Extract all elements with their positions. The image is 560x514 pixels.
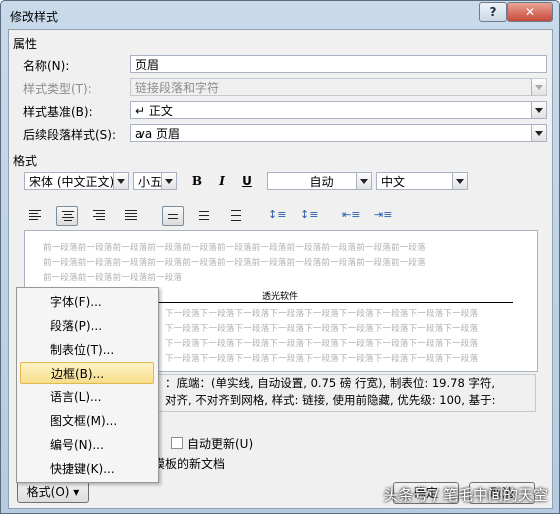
size-select[interactable]: 小五	[133, 172, 177, 190]
menu-item-border[interactable]: 边框(B)...	[20, 362, 154, 384]
name-input[interactable]: 页眉	[130, 55, 547, 73]
chevron-down-icon	[161, 173, 176, 189]
chevron-down-icon	[356, 173, 371, 189]
menu-item-numbering[interactable]: 编号(N)...	[20, 434, 154, 456]
format-menu: 字体(F)... 段落(P)... 制表位(T)... 边框(B)... 语言(…	[16, 287, 159, 483]
align-left-icon[interactable]	[24, 206, 46, 226]
preview-sample-text: 透光软件	[262, 292, 299, 302]
based-on-select[interactable]: ↵ 正文	[130, 101, 547, 119]
increase-indent-icon[interactable]: ⇥≡	[374, 206, 396, 226]
underline-button[interactable]: U	[237, 171, 257, 191]
space-before-icon[interactable]: ↕≡	[268, 206, 290, 226]
style-type-label: 样式类型(T):	[23, 82, 92, 96]
font-select[interactable]: 宋体 (中文正文)	[24, 172, 129, 190]
preview-next-line: 下一段落下一段落下一段落下一段落下一段落下一段落下一段落下一段落下一段落	[165, 324, 479, 334]
preview-prev-line: 前一段落前一段落前一段落前一段落	[43, 273, 183, 283]
based-on-value: ↵ 正文	[135, 104, 173, 118]
help-button[interactable]: ?	[479, 2, 507, 22]
align-center-icon[interactable]	[56, 206, 78, 226]
space-after-icon[interactable]: ↕≡	[300, 206, 322, 226]
italic-button[interactable]: I	[212, 171, 232, 191]
preview-prev-line: 前一段落前一段落前一段落前一段落前一段落前一段落前一段落前一段落前一段落前一段落…	[43, 258, 426, 268]
preview-next-line: 下一段落下一段落下一段落下一段落下一段落下一段落下一段落下一段落下一段落	[165, 354, 479, 364]
justify-icon[interactable]	[120, 206, 142, 226]
style-type-value: 链接段落和字符	[135, 81, 220, 95]
single-spacing-icon[interactable]	[162, 206, 184, 226]
font-color-select[interactable]: 自动	[267, 172, 372, 190]
chevron-down-icon	[452, 173, 467, 189]
double-spacing-icon[interactable]	[226, 206, 248, 226]
preview-next-line: 下一段落下一段落下一段落下一段落下一段落下一段落下一段落下一段落下一段落	[165, 339, 479, 349]
menu-item-paragraph[interactable]: 段落(P)...	[20, 315, 154, 337]
chevron-down-icon	[531, 79, 546, 95]
next-style-label: 后续段落样式(S):	[23, 128, 117, 142]
menu-item-frame[interactable]: 图文框(M)...	[20, 410, 154, 432]
one-half-spacing-icon[interactable]	[194, 206, 216, 226]
language-select[interactable]: 中文	[376, 172, 468, 190]
font-color-value: 自动	[309, 175, 334, 189]
menu-item-tabs[interactable]: 制表位(T)...	[20, 339, 154, 361]
bold-button[interactable]: B	[187, 171, 207, 191]
chevron-down-icon	[531, 125, 546, 141]
properties-section-label: 属性	[13, 37, 38, 51]
decrease-indent-icon[interactable]: ⇤≡	[342, 206, 364, 226]
style-type-select[interactable]: 链接段落和字符	[130, 78, 547, 96]
close-button[interactable]: ✕	[507, 2, 553, 22]
font-value: 宋体 (中文正文)	[29, 175, 115, 189]
auto-update-checkbox[interactable]	[171, 437, 183, 449]
menu-item-language[interactable]: 语言(L)...	[20, 386, 154, 408]
menu-item-shortcut-key[interactable]: 快捷键(K)...	[20, 458, 154, 480]
chevron-down-icon	[113, 173, 128, 189]
modify-style-dialog: 修改样式 ? ✕ 属性 名称(N): 页眉 样式类型(T): 链接段落和字符 样…	[0, 0, 560, 514]
based-on-label: 样式基准(B):	[23, 105, 93, 119]
preview-next-line: 下一段落下一段落下一段落下一段落下一段落下一段落下一段落下一段落下一段落	[165, 309, 479, 319]
size-value: 小五	[138, 175, 163, 189]
format-section-label: 格式	[13, 154, 38, 168]
auto-update-label: 自动更新(U)	[187, 437, 254, 451]
name-label: 名称(N):	[23, 59, 70, 73]
next-style-value: ꜹa 页眉	[135, 127, 180, 141]
description-line: 对齐, 不对齐到网格, 样式: 链接, 使用前隐藏, 优先级: 100, 基于:	[165, 393, 496, 407]
chevron-down-icon	[531, 102, 546, 118]
dialog-body: 属性 名称(N): 页眉 样式类型(T): 链接段落和字符 样式基准(B): ↵…	[8, 29, 553, 509]
format-menu-button[interactable]: 格式(O) ▾	[17, 481, 89, 503]
title-bar: 修改样式 ? ✕	[1, 1, 559, 29]
watermark-text: 头条号 / 笔毛中间的天空	[383, 486, 548, 504]
new-document-option-label: 模板的新文档	[153, 457, 226, 471]
next-style-select[interactable]: ꜹa 页眉	[130, 124, 547, 142]
description-line: ：底端：(单实线, 自动设置, 0.75 磅 行宽), 制表位: 19.78 字…	[165, 376, 496, 390]
preview-prev-line: 前一段落前一段落前一段落前一段落前一段落前一段落前一段落前一段落前一段落前一段落…	[43, 243, 426, 253]
dialog-title: 修改样式	[10, 10, 59, 24]
menu-item-font[interactable]: 字体(F)...	[20, 291, 154, 313]
language-value: 中文	[381, 175, 406, 189]
align-right-icon[interactable]	[88, 206, 110, 226]
